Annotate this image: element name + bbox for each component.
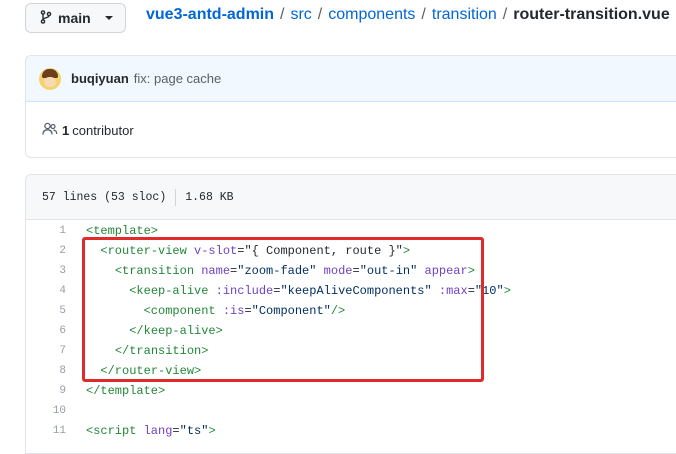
code-text: <keep-alive :include="keepAliveComponent… — [129, 284, 511, 298]
file-info-bar: 57 lines (53 sloc) 1.68 KB — [26, 175, 676, 220]
line-number[interactable]: 9 — [26, 385, 86, 397]
file-size: 1.68 KB — [185, 190, 234, 204]
commit-author-link[interactable]: buqiyuan — [71, 71, 129, 86]
code-line: 6 </keep-alive> — [26, 321, 676, 341]
breadcrumb-link-src[interactable]: src — [290, 6, 311, 24]
breadcrumb-separator: / — [502, 6, 508, 23]
code-line: 11 <script lang="ts"> — [26, 421, 676, 441]
line-number[interactable]: 4 — [26, 285, 86, 297]
breadcrumb: vue3-antd-admin / src / components / tra… — [146, 6, 670, 24]
topbar: main — [25, 2, 126, 34]
code-text: <script lang="ts"> — [86, 424, 216, 438]
chevron-down-icon — [104, 16, 113, 20]
line-number[interactable]: 5 — [26, 305, 86, 317]
avatar[interactable] — [39, 67, 61, 90]
breadcrumb-separator: / — [280, 6, 285, 23]
breadcrumb-repo-link[interactable]: vue3-antd-admin — [146, 6, 274, 24]
code-text: <router-view v-slot="{ Component, route … — [100, 244, 411, 258]
contributors-row[interactable]: 1 contributor — [26, 102, 676, 158]
line-number[interactable]: 2 — [26, 245, 86, 257]
breadcrumb-file-name: router-transition.vue — [513, 6, 670, 23]
code-line: 5 <component :is="Component"/> — [26, 301, 676, 321]
code-text: <template> — [86, 224, 159, 238]
file-viewer: 57 lines (53 sloc) 1.68 KB 1 <template> 2 … — [25, 174, 676, 454]
latest-commit-box: buqiyuan fix: page cache 1 contributor — [25, 55, 676, 158]
branch-icon — [40, 9, 52, 27]
code-line: 8 </router-view> — [26, 361, 676, 381]
line-number[interactable]: 3 — [26, 265, 86, 277]
code-line: 3 <transition name="zoom-fade" mode="out… — [26, 261, 676, 281]
code-text: </template> — [86, 384, 166, 398]
breadcrumb-link-components[interactable]: components — [328, 6, 415, 24]
code-listing: 1 <template> 2 <router-view v-slot="{ Comp… — [26, 221, 676, 441]
code-text: </keep-alive> — [129, 324, 223, 338]
branch-select-button[interactable]: main — [25, 3, 126, 33]
code-line: 9 </template> — [26, 381, 676, 401]
breadcrumb-separator: / — [421, 6, 426, 23]
code-line: 4 <keep-alive :include="keepAliveCompone… — [26, 281, 676, 301]
line-number[interactable]: 8 — [26, 365, 86, 377]
code-line: 1 <template> — [26, 221, 676, 241]
divider — [175, 188, 177, 206]
code-line: 2 <router-view v-slot="{ Component, rout… — [26, 241, 676, 261]
commit-message-link[interactable]: fix: page cache — [134, 71, 221, 86]
file-line-count: 57 lines (53 sloc) — [42, 190, 167, 204]
line-number[interactable]: 11 — [26, 425, 86, 437]
branch-label: main — [58, 10, 91, 26]
line-number[interactable]: 6 — [26, 325, 86, 337]
line-number[interactable]: 1 — [26, 225, 86, 237]
code-text: </router-view> — [100, 364, 202, 378]
line-number[interactable]: 10 — [26, 405, 86, 417]
code-text: <component :is="Component"/> — [143, 304, 346, 318]
contributor-count: 1 — [62, 122, 70, 138]
breadcrumb-separator: / — [317, 6, 323, 23]
contributor-label: contributor — [72, 122, 134, 138]
code-text: </transition> — [114, 344, 209, 358]
people-icon — [42, 122, 58, 139]
code-line: 7 </transition> — [26, 341, 676, 361]
breadcrumb-link-transition[interactable]: transition — [432, 6, 497, 24]
code-text: <transition name="zoom-fade" mode="out-i… — [114, 264, 475, 278]
code-line: 10 — [26, 401, 676, 421]
line-number[interactable]: 7 — [26, 345, 86, 357]
commit-header: buqiyuan fix: page cache — [26, 56, 676, 102]
